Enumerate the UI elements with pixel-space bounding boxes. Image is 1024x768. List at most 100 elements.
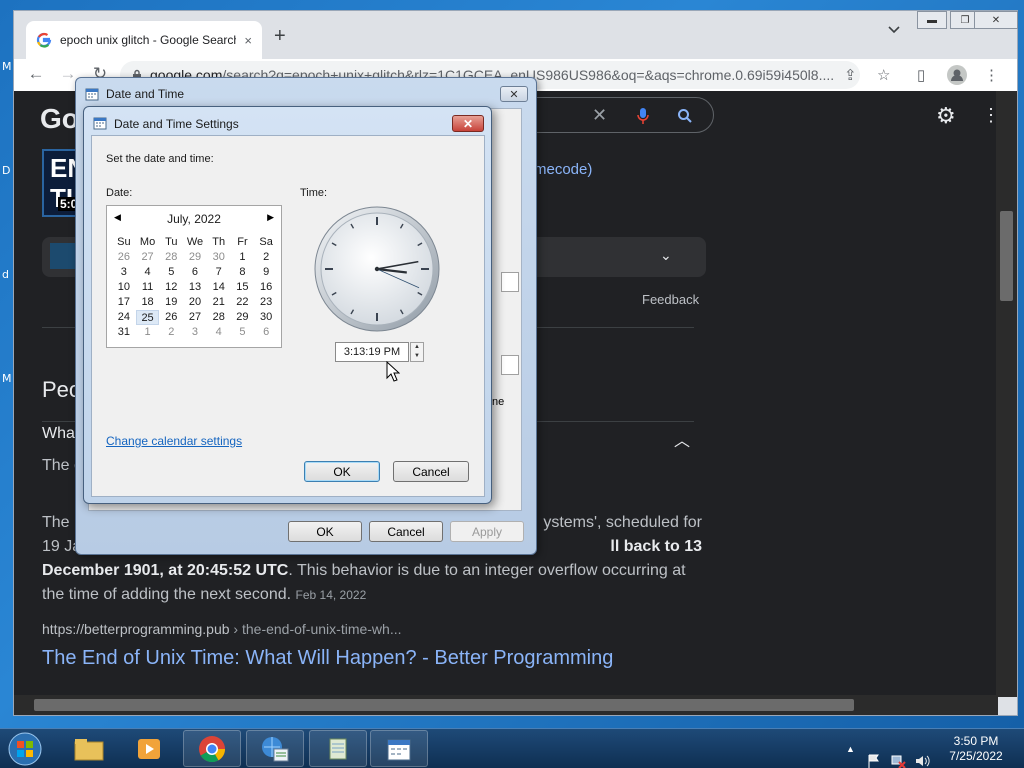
spin-up-icon[interactable]: ▲ [411,343,423,352]
apply-button[interactable]: Apply [450,521,524,542]
scrollbar-thumb[interactable] [34,699,854,711]
calendar-day[interactable]: 30 [254,310,278,325]
ok-button[interactable]: OK [288,521,362,542]
calendar-day[interactable]: 28 [207,310,231,325]
calendar-day[interactable]: 4 [207,325,231,340]
settings-gear-icon[interactable]: ⚙ [936,103,956,129]
result-citation[interactable]: https://betterprogramming.pub › the-end-… [42,621,402,637]
clear-search-icon[interactable]: ✕ [592,105,607,126]
calendar-day[interactable]: 30 [207,250,231,265]
apps-menu-icon[interactable]: ⋮ [982,105,997,126]
calendar-day[interactable]: 29 [183,250,207,265]
next-month-arrow-icon[interactable]: ▶ [267,212,274,223]
calendar-day[interactable]: 1 [136,325,160,340]
google-logo[interactable]: Go [40,103,79,135]
calendar-day[interactable]: 18 [136,295,160,310]
dialog-close-icon[interactable]: ✕ [452,115,484,132]
calendar-day[interactable]: 29 [231,310,255,325]
time-spinner[interactable]: ▲ ▼ [410,342,424,362]
calendar-day[interactable]: 17 [112,295,136,310]
weekday-header: We [186,236,204,248]
calendar-day[interactable]: 8 [231,265,255,280]
calendar-day[interactable]: 5 [231,325,255,340]
calendar-day-selected[interactable]: 25 [135,310,160,325]
cancel-button[interactable]: Cancel [369,521,443,542]
result-link-fragment[interactable]: mecode) [534,161,592,178]
chevron-down-icon[interactable]: ⌄ [660,247,672,264]
calendar-day[interactable]: 24 [112,310,136,325]
calendar-day[interactable]: 4 [136,265,160,280]
show-hidden-icons-arrow-icon[interactable]: ▲ [846,729,855,768]
start-orb-icon[interactable] [4,729,46,768]
calendar-control[interactable]: ◀ July, 2022 ▶ Su Mo Tu We Th Fr Sa 26 27 28 29 30 1… [106,205,282,348]
share-icon[interactable]: ⇪ [844,59,857,91]
calendar-day[interactable]: 14 [207,280,231,295]
calendar-day[interactable]: 5 [159,265,183,280]
dialog-title: Date and Time Settings [114,117,239,131]
taskbar-clock[interactable]: 3:50 PM 7/25/2022 [936,734,1016,764]
side-panel-icon[interactable]: ▯ [917,59,925,91]
dialog-close-icon[interactable]: ✕ [500,86,528,102]
calendar-day[interactable]: 6 [183,265,207,280]
calendar-day[interactable]: 3 [183,325,207,340]
notepad-taskbar-icon[interactable] [309,730,367,767]
calendar-day[interactable]: 22 [231,295,255,310]
search-icon[interactable] [677,108,693,124]
calendar-day[interactable]: 19 [159,295,183,310]
browser-menu-icon[interactable]: ⋮ [984,59,999,91]
spin-down-icon[interactable]: ▼ [411,352,423,361]
calendar-day[interactable]: 26 [159,310,183,325]
calendar-day[interactable]: 12 [159,280,183,295]
calendar-day[interactable]: 13 [183,280,207,295]
calendar-day[interactable]: 2 [159,325,183,340]
calendar-day[interactable]: 16 [254,280,278,295]
paa-question[interactable]: What [42,425,79,443]
calendar-day[interactable]: 7 [207,265,231,280]
time-input[interactable]: 3:13:19 PM [335,342,409,362]
voice-search-mic-icon[interactable] [636,107,650,125]
calendar-day[interactable]: 11 [136,280,160,295]
bookmark-star-icon[interactable]: ☆ [877,59,890,91]
scrollbar-thumb[interactable] [1000,211,1013,301]
control-panel-taskbar-icon[interactable] [246,730,304,767]
calendar-day[interactable]: 23 [254,295,278,310]
calendar-day[interactable]: 10 [112,280,136,295]
date-time-taskbar-icon[interactable] [370,730,428,767]
chrome-taskbar-icon[interactable] [183,730,241,767]
horizontal-scrollbar[interactable] [14,695,998,715]
calendar-day[interactable]: 3 [112,265,136,280]
result-title-link[interactable]: The End of Unix Time: What Will Happen? … [42,647,613,670]
calendar-day[interactable]: 27 [183,310,207,325]
tab-search-chevron-down-icon[interactable] [887,25,901,35]
month-year-header[interactable]: July, 2022 [107,212,281,228]
change-calendar-settings-link[interactable]: Change calendar settings [106,434,242,448]
calendar-day[interactable]: 31 [112,325,136,340]
chevron-up-icon[interactable]: ︿ [674,427,690,451]
new-tab-button[interactable]: + [274,25,286,48]
network-disconnected-icon[interactable] [890,741,906,768]
calendar-day[interactable]: 27 [136,250,160,265]
settings-cancel-button[interactable]: Cancel [393,461,469,482]
action-center-flag-icon[interactable] [866,741,882,768]
calendar-day[interactable]: 6 [254,325,278,340]
calendar-day[interactable]: 2 [254,250,278,265]
calendar-day[interactable]: 28 [159,250,183,265]
window-close-icon[interactable]: ✕ [974,11,1018,29]
feedback-link[interactable]: Feedback [642,292,699,307]
settings-ok-button[interactable]: OK [304,461,380,482]
profile-avatar-icon[interactable] [947,59,967,91]
calendar-day[interactable]: 9 [254,265,278,280]
vertical-scrollbar[interactable] [996,91,1017,697]
file-explorer-taskbar-icon[interactable] [60,730,118,767]
browser-tab[interactable]: epoch unix glitch - Google Search × [26,21,262,59]
calendar-day[interactable]: 26 [112,250,136,265]
calendar-day[interactable]: 1 [231,250,255,265]
calendar-day[interactable]: 21 [207,295,231,310]
minimize-icon[interactable]: ▬ [917,11,947,29]
volume-speaker-icon[interactable] [914,741,930,768]
media-player-taskbar-icon[interactable] [120,730,178,767]
calendar-day[interactable]: 15 [231,280,255,295]
tab-close-icon[interactable]: × [244,33,252,48]
back-arrow-icon[interactable]: ← [20,64,52,84]
calendar-day[interactable]: 20 [183,295,207,310]
